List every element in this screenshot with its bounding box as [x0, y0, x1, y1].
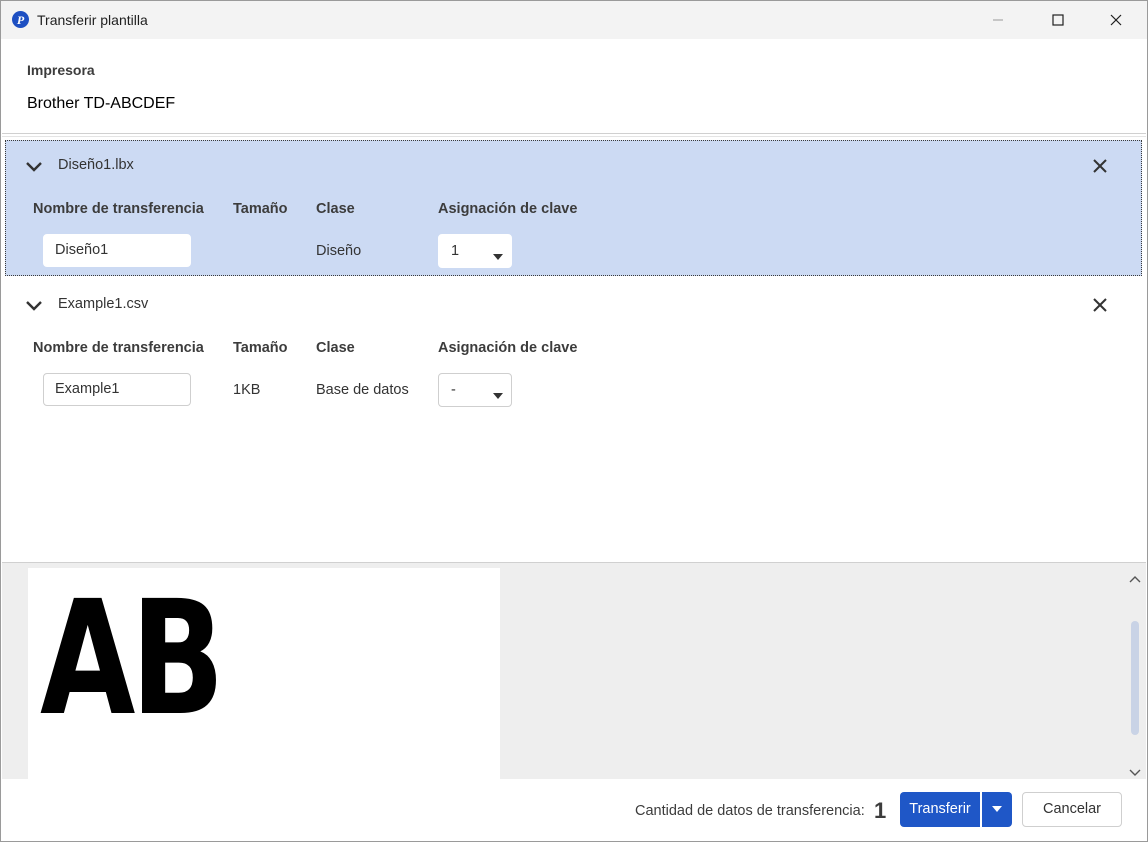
scroll-up-icon[interactable] — [1129, 570, 1141, 588]
title-bar: P Transferir plantilla — [1, 1, 1147, 39]
window-title: Transferir plantilla — [37, 12, 148, 28]
cancel-button[interactable]: Cancelar — [1022, 792, 1122, 827]
divider — [2, 133, 1146, 134]
chevron-down-icon[interactable] — [25, 160, 43, 178]
divider — [2, 136, 1146, 137]
footer: Cantidad de datos de transferencia: 1 Tr… — [2, 779, 1146, 841]
caret-down-icon — [493, 248, 503, 266]
transfer-name-input[interactable]: Diseño1 — [43, 234, 191, 267]
column-header-key: Asignación de clave — [438, 340, 578, 356]
printer-name: Brother TD-ABCDEF — [27, 95, 176, 112]
caret-down-icon — [493, 387, 503, 405]
column-header-name: Nombre de transferencia — [33, 201, 204, 217]
column-header-size: Tamaño — [233, 201, 288, 217]
transfer-name-input[interactable]: Example1 — [43, 373, 191, 406]
column-header-class: Clase — [316, 201, 355, 217]
file-class: Base de datos — [316, 382, 409, 398]
file-name: Example1.csv — [58, 296, 149, 312]
maximize-button[interactable] — [1035, 1, 1081, 39]
label-preview: AB — [28, 568, 500, 779]
key-assignment-select[interactable]: - — [438, 373, 512, 407]
printer-label: Impresora — [27, 62, 95, 78]
transfer-options-button[interactable] — [982, 792, 1012, 827]
transfer-count-value: 1 — [874, 798, 887, 823]
column-header-class: Clase — [316, 340, 355, 356]
column-header-size: Tamaño — [233, 340, 288, 356]
window-close-button[interactable] — [1093, 1, 1139, 39]
preview-text: AB — [40, 567, 225, 751]
file-class: Diseño — [316, 243, 362, 259]
file-name: Diseño1.lbx — [58, 157, 134, 173]
remove-file-icon[interactable] — [1092, 158, 1108, 179]
key-assignment-value: 1 — [451, 243, 460, 259]
file-panel-csv[interactable]: Example1.csv Nombre de transferencia Tam… — [5, 279, 1142, 415]
scrollbar-thumb[interactable] — [1131, 621, 1139, 735]
remove-file-icon[interactable] — [1092, 297, 1108, 318]
transfer-button[interactable]: Transferir — [900, 792, 980, 827]
transfer-template-window: P Transferir plantilla Impresora Brother… — [0, 0, 1148, 842]
key-assignment-value: - — [451, 382, 456, 398]
key-assignment-select[interactable]: 1 — [438, 234, 512, 268]
column-header-key: Asignación de clave — [438, 201, 578, 217]
svg-text:P: P — [17, 13, 25, 27]
chevron-down-icon[interactable] — [25, 299, 43, 317]
file-panel-lbx[interactable]: Diseño1.lbx Nombre de transferencia Tama… — [5, 140, 1142, 276]
minimize-button[interactable] — [975, 1, 1021, 39]
caret-down-icon — [992, 806, 1002, 812]
app-icon: P — [12, 11, 29, 28]
file-size: 1KB — [233, 382, 261, 398]
column-header-name: Nombre de transferencia — [33, 340, 204, 356]
transfer-count-label: Cantidad de datos de transferencia: — [635, 803, 865, 819]
label-preview-area[interactable]: AB — [2, 563, 1146, 779]
